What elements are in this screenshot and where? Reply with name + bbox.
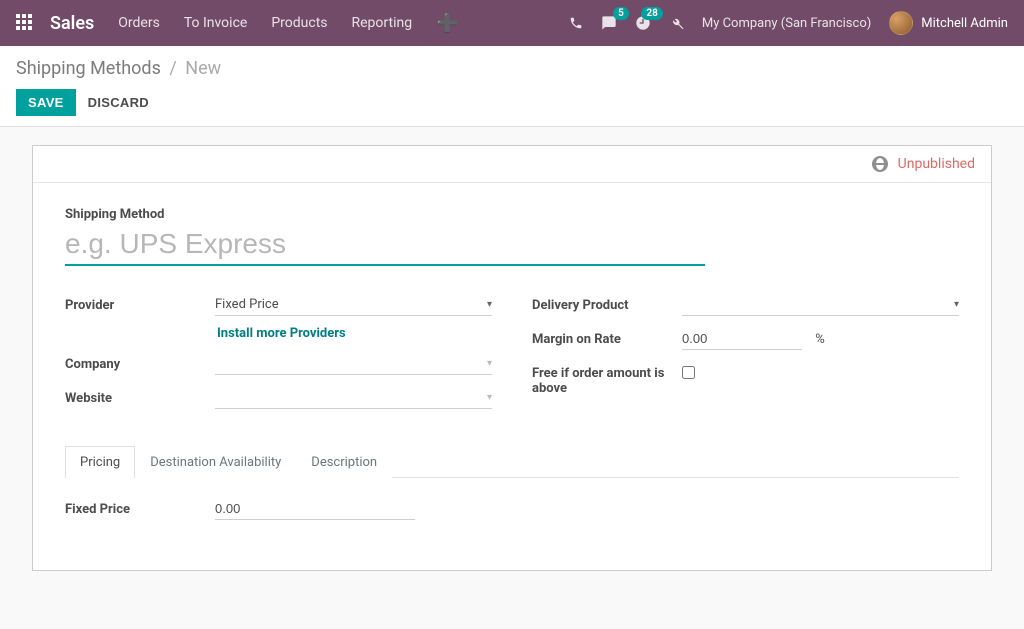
shipping-method-name-input[interactable] [65, 226, 705, 266]
tab-content-pricing: Fixed Price [65, 478, 959, 562]
activities-icon[interactable]: 28 [635, 15, 651, 31]
discard-button[interactable]: DISCARD [88, 95, 149, 110]
company-label: Company [65, 353, 215, 372]
control-panel: Shipping Methods / New SAVE DISCARD [0, 46, 1024, 127]
free-if-above-label: Free if order amount is above [532, 362, 682, 396]
nav-new-icon[interactable]: ➕ [436, 13, 458, 34]
apps-icon[interactable] [16, 14, 34, 32]
company-switcher[interactable]: My Company (San Francisco) [702, 16, 871, 31]
title-label: Shipping Method [65, 207, 959, 222]
delivery-product-select[interactable]: ▾ [682, 294, 959, 316]
fixed-price-input[interactable] [215, 498, 415, 520]
free-if-above-checkbox[interactable] [682, 366, 695, 379]
nav-orders[interactable]: Orders [118, 15, 160, 31]
form-sheet: Unpublished Shipping Method Provider Fix… [32, 145, 992, 571]
app-brand[interactable]: Sales [50, 13, 94, 34]
provider-label: Provider [65, 294, 215, 313]
chevron-down-icon: ▾ [487, 358, 492, 369]
chevron-down-icon: ▾ [487, 392, 492, 403]
install-providers-link[interactable]: Install more Providers [217, 326, 346, 341]
margin-suffix: % [815, 332, 825, 347]
tabs: Pricing Destination Availability Descrip… [65, 445, 959, 478]
nav-to-invoice[interactable]: To Invoice [184, 15, 248, 31]
breadcrumb-root[interactable]: Shipping Methods [16, 58, 161, 79]
phone-icon[interactable] [569, 16, 583, 30]
top-navbar: Sales Orders To Invoice Products Reporti… [0, 0, 1024, 46]
company-select[interactable]: ▾ [215, 353, 492, 375]
breadcrumb-sep: / [169, 58, 176, 79]
tools-icon[interactable] [669, 16, 684, 31]
delivery-product-label: Delivery Product [532, 294, 682, 313]
website-label: Website [65, 387, 215, 406]
website-select[interactable]: ▾ [215, 387, 492, 409]
nav-products[interactable]: Products [271, 15, 327, 31]
activities-badge: 28 [641, 7, 662, 20]
globe-icon [872, 156, 888, 172]
save-button[interactable]: SAVE [16, 89, 76, 116]
chevron-down-icon: ▾ [954, 299, 959, 310]
fixed-price-label: Fixed Price [65, 498, 215, 517]
tab-description[interactable]: Description [296, 446, 392, 478]
chevron-down-icon: ▾ [487, 299, 492, 310]
nav-reporting[interactable]: Reporting [352, 15, 413, 31]
avatar [889, 11, 913, 35]
provider-select[interactable]: Fixed Price ▾ [215, 294, 492, 316]
user-name: Mitchell Admin [921, 16, 1008, 31]
margin-input[interactable] [682, 328, 802, 350]
publish-toggle[interactable]: Unpublished [898, 156, 975, 172]
messages-icon[interactable]: 5 [601, 15, 617, 31]
provider-value: Fixed Price [215, 297, 279, 312]
margin-label: Margin on Rate [532, 328, 682, 347]
status-bar: Unpublished [33, 146, 991, 183]
tab-destination-availability[interactable]: Destination Availability [135, 446, 296, 478]
messages-badge: 5 [613, 7, 629, 20]
tab-pricing[interactable]: Pricing [65, 446, 135, 478]
user-menu[interactable]: Mitchell Admin [889, 11, 1008, 35]
breadcrumb-current: New [185, 58, 221, 79]
breadcrumb: Shipping Methods / New [16, 58, 1008, 79]
systray: 5 28 My Company (San Francisco) Mitchell… [569, 11, 1008, 35]
